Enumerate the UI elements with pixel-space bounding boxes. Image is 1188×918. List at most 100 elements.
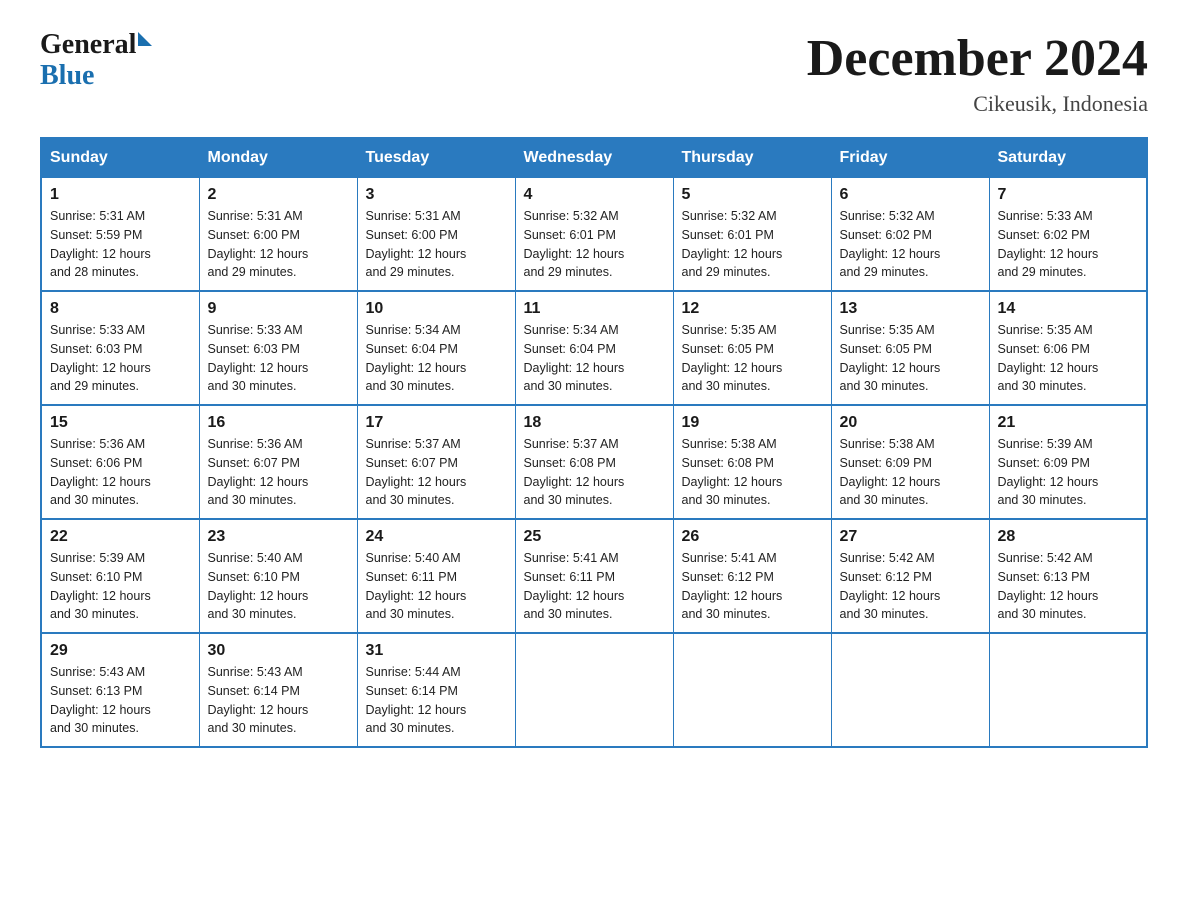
day-number: 10	[366, 300, 507, 318]
day-number: 9	[208, 300, 349, 318]
day-info: Sunrise: 5:41 AMSunset: 6:11 PMDaylight:…	[524, 549, 665, 624]
day-number: 24	[366, 528, 507, 546]
calendar-cell: 27 Sunrise: 5:42 AMSunset: 6:12 PMDayligh…	[831, 519, 989, 633]
day-number: 8	[50, 300, 191, 318]
col-header-friday: Friday	[831, 138, 989, 178]
day-number: 30	[208, 642, 349, 660]
day-info: Sunrise: 5:37 AMSunset: 6:08 PMDaylight:…	[524, 435, 665, 510]
day-info: Sunrise: 5:38 AMSunset: 6:08 PMDaylight:…	[682, 435, 823, 510]
day-info: Sunrise: 5:40 AMSunset: 6:10 PMDaylight:…	[208, 549, 349, 624]
calendar-cell: 28 Sunrise: 5:42 AMSunset: 6:13 PMDayligh…	[989, 519, 1147, 633]
calendar-cell: 26 Sunrise: 5:41 AMSunset: 6:12 PMDayligh…	[673, 519, 831, 633]
day-number: 5	[682, 186, 823, 204]
calendar-cell: 13Sunrise: 5:35 AMSunset: 6:05 PMDayligh…	[831, 291, 989, 405]
col-header-monday: Monday	[199, 138, 357, 178]
day-info: Sunrise: 5:42 AMSunset: 6:12 PMDaylight:…	[840, 549, 981, 624]
day-number: 28	[998, 528, 1139, 546]
day-number: 20	[840, 414, 981, 432]
day-info: Sunrise: 5:40 AMSunset: 6:11 PMDaylight:…	[366, 549, 507, 624]
calendar-cell: 11 Sunrise: 5:34 AMSunset: 6:04 PMDayligh…	[515, 291, 673, 405]
calendar-cell: 21Sunrise: 5:39 AMSunset: 6:09 PMDayligh…	[989, 405, 1147, 519]
day-info: Sunrise: 5:39 AMSunset: 6:10 PMDaylight:…	[50, 549, 191, 624]
day-number: 22	[50, 528, 191, 546]
calendar-cell: 7 Sunrise: 5:33 AMSunset: 6:02 PMDaylight…	[989, 178, 1147, 292]
day-info: Sunrise: 5:32 AMSunset: 6:01 PMDaylight:…	[682, 207, 823, 282]
day-number: 4	[524, 186, 665, 204]
day-number: 14	[998, 300, 1139, 318]
col-header-thursday: Thursday	[673, 138, 831, 178]
calendar-cell: 12 Sunrise: 5:35 AMSunset: 6:05 PMDayligh…	[673, 291, 831, 405]
calendar-cell: 4Sunrise: 5:32 AMSunset: 6:01 PMDaylight…	[515, 178, 673, 292]
calendar-cell: 20 Sunrise: 5:38 AMSunset: 6:09 PMDayligh…	[831, 405, 989, 519]
day-number: 17	[366, 414, 507, 432]
day-info: Sunrise: 5:33 AMSunset: 6:03 PMDaylight:…	[208, 321, 349, 396]
calendar-week-row: 22 Sunrise: 5:39 AMSunset: 6:10 PMDayligh…	[41, 519, 1147, 633]
day-number: 19	[682, 414, 823, 432]
location-text: Cikeusik, Indonesia	[807, 91, 1148, 117]
logo-triangle-icon	[138, 32, 152, 46]
logo-blue-text: Blue	[40, 61, 152, 92]
logo-general-text: General	[40, 30, 136, 61]
day-number: 27	[840, 528, 981, 546]
day-info: Sunrise: 5:35 AMSunset: 6:05 PMDaylight:…	[682, 321, 823, 396]
day-info: Sunrise: 5:43 AMSunset: 6:14 PMDaylight:…	[208, 663, 349, 738]
day-info: Sunrise: 5:33 AMSunset: 6:02 PMDaylight:…	[998, 207, 1139, 282]
day-number: 6	[840, 186, 981, 204]
day-number: 1	[50, 186, 191, 204]
day-number: 15	[50, 414, 191, 432]
calendar-cell: 2 Sunrise: 5:31 AMSunset: 6:00 PMDaylight…	[199, 178, 357, 292]
day-info: Sunrise: 5:38 AMSunset: 6:09 PMDaylight:…	[840, 435, 981, 510]
calendar-cell: 3Sunrise: 5:31 AMSunset: 6:00 PMDaylight…	[357, 178, 515, 292]
calendar-cell: 24 Sunrise: 5:40 AMSunset: 6:11 PMDayligh…	[357, 519, 515, 633]
calendar-table: SundayMondayTuesdayWednesdayThursdayFrid…	[40, 137, 1148, 748]
calendar-cell: 16 Sunrise: 5:36 AMSunset: 6:07 PMDayligh…	[199, 405, 357, 519]
page-header: General Blue December 2024 Cikeusik, Ind…	[40, 30, 1148, 117]
calendar-week-row: 15 Sunrise: 5:36 AMSunset: 6:06 PMDayligh…	[41, 405, 1147, 519]
day-number: 16	[208, 414, 349, 432]
col-header-wednesday: Wednesday	[515, 138, 673, 178]
day-info: Sunrise: 5:35 AMSunset: 6:06 PMDaylight:…	[998, 321, 1139, 396]
calendar-cell: 9 Sunrise: 5:33 AMSunset: 6:03 PMDaylight…	[199, 291, 357, 405]
logo: General Blue	[40, 30, 152, 92]
col-header-saturday: Saturday	[989, 138, 1147, 178]
day-info: Sunrise: 5:33 AMSunset: 6:03 PMDaylight:…	[50, 321, 191, 396]
day-info: Sunrise: 5:41 AMSunset: 6:12 PMDaylight:…	[682, 549, 823, 624]
day-info: Sunrise: 5:31 AMSunset: 5:59 PMDaylight:…	[50, 207, 191, 282]
day-number: 23	[208, 528, 349, 546]
day-number: 12	[682, 300, 823, 318]
day-number: 29	[50, 642, 191, 660]
day-info: Sunrise: 5:39 AMSunset: 6:09 PMDaylight:…	[998, 435, 1139, 510]
calendar-cell: 18 Sunrise: 5:37 AMSunset: 6:08 PMDayligh…	[515, 405, 673, 519]
calendar-cell	[673, 633, 831, 747]
calendar-week-row: 29 Sunrise: 5:43 AMSunset: 6:13 PMDayligh…	[41, 633, 1147, 747]
calendar-cell	[989, 633, 1147, 747]
col-header-sunday: Sunday	[41, 138, 199, 178]
day-number: 31	[366, 642, 507, 660]
day-info: Sunrise: 5:32 AMSunset: 6:02 PMDaylight:…	[840, 207, 981, 282]
calendar-cell: 19 Sunrise: 5:38 AMSunset: 6:08 PMDayligh…	[673, 405, 831, 519]
day-info: Sunrise: 5:43 AMSunset: 6:13 PMDaylight:…	[50, 663, 191, 738]
calendar-cell: 25Sunrise: 5:41 AMSunset: 6:11 PMDayligh…	[515, 519, 673, 633]
title-block: December 2024 Cikeusik, Indonesia	[807, 30, 1148, 117]
day-info: Sunrise: 5:36 AMSunset: 6:06 PMDaylight:…	[50, 435, 191, 510]
day-info: Sunrise: 5:31 AMSunset: 6:00 PMDaylight:…	[208, 207, 349, 282]
day-info: Sunrise: 5:42 AMSunset: 6:13 PMDaylight:…	[998, 549, 1139, 624]
calendar-cell: 14 Sunrise: 5:35 AMSunset: 6:06 PMDayligh…	[989, 291, 1147, 405]
calendar-cell: 31Sunrise: 5:44 AMSunset: 6:14 PMDayligh…	[357, 633, 515, 747]
calendar-cell: 29 Sunrise: 5:43 AMSunset: 6:13 PMDayligh…	[41, 633, 199, 747]
day-number: 11	[524, 300, 665, 318]
day-info: Sunrise: 5:34 AMSunset: 6:04 PMDaylight:…	[524, 321, 665, 396]
day-number: 2	[208, 186, 349, 204]
day-number: 7	[998, 186, 1139, 204]
calendar-cell: 15 Sunrise: 5:36 AMSunset: 6:06 PMDayligh…	[41, 405, 199, 519]
day-info: Sunrise: 5:31 AMSunset: 6:00 PMDaylight:…	[366, 207, 507, 282]
day-number: 18	[524, 414, 665, 432]
day-number: 26	[682, 528, 823, 546]
calendar-cell: 22 Sunrise: 5:39 AMSunset: 6:10 PMDayligh…	[41, 519, 199, 633]
calendar-cell: 17Sunrise: 5:37 AMSunset: 6:07 PMDayligh…	[357, 405, 515, 519]
calendar-cell	[831, 633, 989, 747]
calendar-cell: 30 Sunrise: 5:43 AMSunset: 6:14 PMDayligh…	[199, 633, 357, 747]
col-header-tuesday: Tuesday	[357, 138, 515, 178]
day-info: Sunrise: 5:36 AMSunset: 6:07 PMDaylight:…	[208, 435, 349, 510]
calendar-header-row: SundayMondayTuesdayWednesdayThursdayFrid…	[41, 138, 1147, 178]
